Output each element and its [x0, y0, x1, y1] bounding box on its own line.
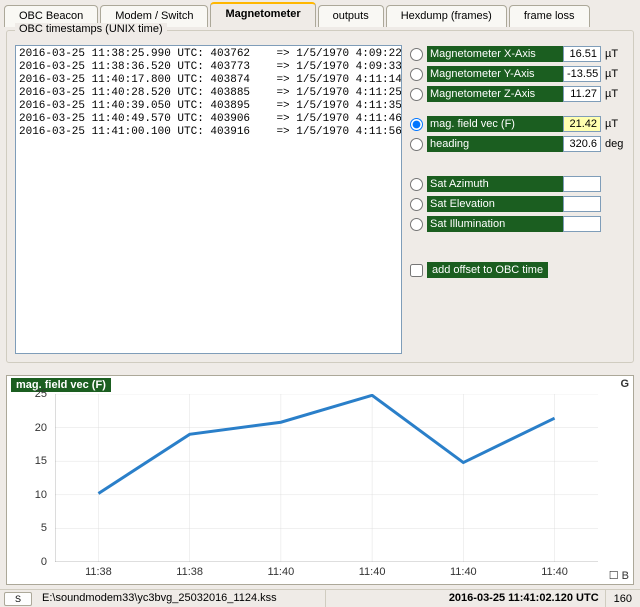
x-tick: 11:38 [85, 566, 112, 578]
label-sat-az: Sat Azimuth [427, 176, 563, 192]
label-mag-f: mag. field vec (F) [427, 116, 563, 132]
radio-mag-x[interactable] [410, 48, 423, 61]
tab-magnetometer[interactable]: Magnetometer [210, 2, 315, 27]
value-heading: 320.6 [563, 136, 601, 152]
unit-mag-f: µT [601, 118, 625, 130]
x-tick: 11:38 [176, 566, 203, 578]
value-sat-il [563, 216, 601, 232]
label-mag-y: Magnetometer Y-Axis [427, 66, 563, 82]
y-tick: 10 [35, 489, 47, 501]
tab-frame-loss[interactable]: frame loss [509, 5, 590, 27]
y-tick: 15 [35, 455, 47, 467]
status-timestamp: 2016-03-25 11:41:02.120 UTC [443, 590, 606, 607]
reading-heading[interactable]: heading 320.6 deg [410, 135, 625, 153]
group-title: OBC timestamps (UNIX time) [15, 23, 167, 35]
reading-sat-az[interactable]: Sat Azimuth [410, 175, 625, 193]
offset-checkbox-label: add offset to OBC time [427, 262, 548, 278]
status-count: 160 [606, 593, 640, 605]
timestamp-listbox[interactable]: 2016-03-25 11:38:25.990 UTC: 403762 => 1… [15, 45, 402, 354]
offset-checkbox-row[interactable]: add offset to OBC time [410, 261, 625, 279]
reading-sat-il[interactable]: Sat Illumination [410, 215, 625, 233]
radio-mag-y[interactable] [410, 68, 423, 81]
unit-mag-x: µT [601, 48, 625, 60]
label-mag-z: Magnetometer Z-Axis [427, 86, 563, 102]
chart-y-ticks: 0510152025 [7, 394, 53, 562]
y-tick: 0 [41, 556, 47, 568]
unit-mag-y: µT [601, 68, 625, 80]
label-heading: heading [427, 136, 563, 152]
reading-mag-x[interactable]: Magnetometer X-Axis 16.51 µT [410, 45, 625, 63]
value-mag-y: -13.55 [563, 66, 601, 82]
chart-corner-b: ☐ B [609, 569, 629, 582]
reading-mag-z[interactable]: Magnetometer Z-Axis 11.27 µT [410, 85, 625, 103]
label-sat-el: Sat Elevation [427, 196, 563, 212]
chart-title: mag. field vec (F) [11, 378, 111, 392]
radio-sat-il[interactable] [410, 218, 423, 231]
unit-mag-z: µT [601, 88, 625, 100]
y-tick: 5 [41, 522, 47, 534]
value-mag-f: 21.42 [563, 116, 601, 132]
radio-heading[interactable] [410, 138, 423, 151]
value-sat-el [563, 196, 601, 212]
group-inner: 2016-03-25 11:38:25.990 UTC: 403762 => 1… [15, 39, 625, 354]
reading-mag-f[interactable]: mag. field vec (F) 21.42 µT [410, 115, 625, 133]
radio-sat-el[interactable] [410, 198, 423, 211]
radio-mag-z[interactable] [410, 88, 423, 101]
value-sat-az [563, 176, 601, 192]
x-tick: 11:40 [359, 566, 386, 578]
status-s-button[interactable]: S [4, 592, 32, 606]
x-tick: 11:40 [541, 566, 568, 578]
radio-sat-az[interactable] [410, 178, 423, 191]
y-tick: 25 [35, 388, 47, 400]
tab-hexdump-frames-[interactable]: Hexdump (frames) [386, 5, 507, 27]
label-sat-il: Sat Illumination [427, 216, 563, 232]
x-tick: 11:40 [450, 566, 477, 578]
unit-heading: deg [601, 138, 625, 150]
value-mag-z: 11.27 [563, 86, 601, 102]
chart-x-ticks: 11:38 11:38 11:40 11:40 11:40 11:40 [55, 566, 598, 580]
chart-panel: mag. field vec (F) G 0510152025 11:3811:… [6, 375, 634, 585]
x-tick: 11:40 [268, 566, 295, 578]
readings-panel: Magnetometer X-Axis 16.51 µT Magnetomete… [410, 39, 625, 354]
tab-outputs[interactable]: outputs [318, 5, 384, 27]
status-path: E:\soundmodem33\yc3bvg_25032016_1124.kss [36, 590, 326, 607]
radio-mag-f[interactable] [410, 118, 423, 131]
value-mag-x: 16.51 [563, 46, 601, 62]
status-bar: S E:\soundmodem33\yc3bvg_25032016_1124.k… [0, 589, 640, 607]
chart-corner-g: G [620, 378, 629, 390]
offset-checkbox[interactable] [410, 264, 423, 277]
label-mag-x: Magnetometer X-Axis [427, 46, 563, 62]
reading-sat-el[interactable]: Sat Elevation [410, 195, 625, 213]
reading-mag-y[interactable]: Magnetometer Y-Axis -13.55 µT [410, 65, 625, 83]
obc-timestamps-group: OBC timestamps (UNIX time) 2016-03-25 11… [6, 30, 634, 363]
magnetometer-window: OBC BeaconModem / SwitchMagnetometeroutp… [0, 0, 640, 607]
y-tick: 20 [35, 422, 47, 434]
chart-svg [55, 394, 598, 562]
